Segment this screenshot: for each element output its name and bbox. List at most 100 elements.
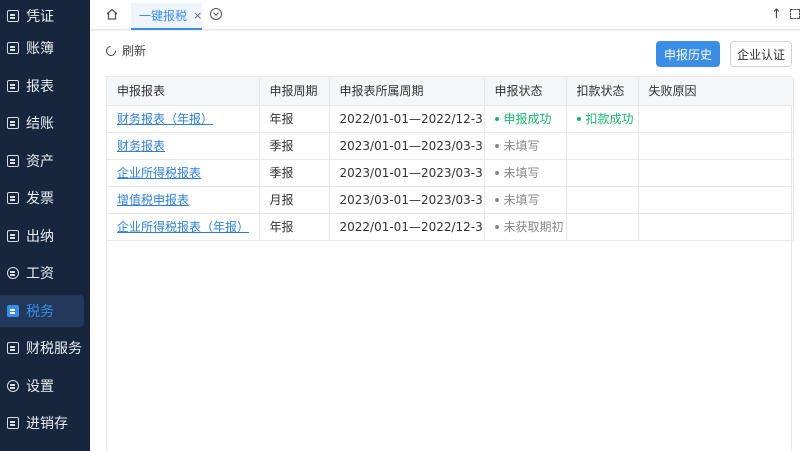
sidebar-item-6[interactable]: 出纳 (0, 220, 84, 252)
sidebar-item-2[interactable]: 报表 (0, 70, 84, 102)
sidebar-item-label: 结账 (26, 116, 54, 132)
enterprise-certify-button[interactable]: 企业认证 (730, 41, 792, 67)
table-row: 增值税申报表 月报 2023/03-01—2023/03-31 未填写 (107, 186, 794, 214)
period-cell: 2023/03-01—2023/03-31 (329, 186, 485, 214)
sidebar-item-label: 发票 (26, 191, 54, 207)
arrow-up-icon[interactable]: ↑ (771, 7, 782, 22)
table-row: 财务报表（年报） 年报 2022/01-01—2022/12-31 申报成功 扣款成功 (107, 105, 794, 133)
sidebar-item-label: 出纳 (26, 229, 54, 245)
reason-cell (638, 105, 794, 133)
status-dot-icon (494, 224, 499, 229)
table-row: 企业所得税报表 季报 2023/01-01—2023/03-31 未填写 (107, 159, 794, 187)
report-cell: 企业所得税报表 (107, 159, 260, 187)
tab-label: 一键报税 (139, 9, 188, 23)
sidebar-item-4[interactable]: 资产 (0, 145, 84, 177)
sidebar-item-0[interactable]: 凭证 (0, 0, 84, 32)
report-cell: 财务报表 (107, 132, 260, 160)
sidebar-item-label: 进销存 (26, 416, 68, 432)
status-badge: 未填写 (494, 191, 540, 208)
refresh-button[interactable]: 刷新 (103, 42, 147, 59)
status-cell: 未获取期初 (484, 213, 567, 241)
column-header: 申报报表 (107, 77, 260, 106)
report-link[interactable]: 企业所得税报表（年报） (117, 220, 249, 234)
status-dot-icon (494, 116, 499, 121)
deduct-cell (566, 213, 639, 241)
reason-cell (638, 159, 794, 187)
sidebar-item-label: 凭证 (26, 9, 54, 25)
cashier-icon (7, 230, 19, 242)
home-icon[interactable] (106, 8, 118, 20)
main-content: 刷新 申报历史 企业认证 申报报表 申报周期 申报表所属周期 申报状态 扣款状态 失败原因… (90, 31, 800, 451)
voucher-icon (7, 10, 19, 22)
status-text: 未填写 (503, 139, 540, 154)
inventory-icon (7, 417, 19, 429)
reason-cell (638, 132, 794, 160)
report-link[interactable]: 增值税申报表 (117, 193, 189, 207)
settings-icon (7, 380, 19, 392)
sidebar-item-label: 财税服务 (26, 341, 82, 357)
sidebar-item-8[interactable]: 税务 (0, 295, 84, 327)
sidebar-item-3[interactable]: 结账 (0, 107, 84, 139)
status-badge: 未获取期初 (494, 218, 564, 235)
report-cell: 企业所得税报表（年报） (107, 213, 260, 241)
sidebar-item-7[interactable]: 工资 (0, 257, 84, 289)
sidebar-item-label: 工资 (26, 266, 54, 282)
status-dot-icon (494, 143, 499, 148)
status-text: 未填写 (503, 193, 540, 208)
deduct-cell (566, 186, 639, 214)
sidebar-item-label: 资产 (26, 154, 54, 170)
deduct-cell (566, 159, 639, 187)
sidebar-item-label: 报表 (26, 79, 54, 95)
sidebar-item-5[interactable]: 发票 (0, 182, 84, 214)
sidebar-item-label: 账簿 (26, 41, 54, 57)
deduct-cell: 扣款成功 (566, 105, 639, 133)
sidebar-item-1[interactable]: 账簿 (0, 32, 84, 64)
period-cell: 2023/01-01—2023/03-31 (329, 159, 485, 187)
report-cell: 增值税申报表 (107, 186, 260, 214)
tab-one-click-tax[interactable]: 一键报税 × (131, 3, 202, 30)
refresh-icon (103, 43, 119, 58)
sidebar: 凭证账簿报表结账资产发票出纳工资税务财税服务设置进销存 (0, 0, 90, 451)
sidebar-item-9[interactable]: 财税服务 (0, 332, 84, 364)
cycle-cell: 季报 (259, 132, 330, 160)
period-cell: 2023/01-01—2023/03-31 (329, 132, 485, 160)
chevron-down-icon[interactable] (210, 8, 222, 20)
column-header: 申报周期 (259, 77, 330, 106)
report-link[interactable]: 财务报表 (117, 139, 165, 153)
sidebar-item-10[interactable]: 设置 (0, 370, 84, 402)
tab-bar: 一键报税 × ↑ (90, 0, 800, 30)
table-header-row: 申报报表 申报周期 申报表所属周期 申报状态 扣款状态 失败原因 (107, 77, 794, 106)
declaration-history-button[interactable]: 申报历史 (656, 41, 720, 67)
status-badge: 未填写 (494, 137, 540, 154)
report-cell: 财务报表（年报） (107, 105, 260, 133)
refresh-label: 刷新 (122, 44, 147, 58)
period-cell: 2022/01-01—2022/12-31 (329, 105, 485, 133)
sidebar-item-label: 设置 (26, 379, 54, 395)
reason-cell (638, 213, 794, 241)
status-text: 未获取期初 (503, 220, 564, 235)
ledger-icon (7, 42, 19, 54)
status-dot-icon (494, 170, 499, 175)
reason-cell (638, 186, 794, 214)
status-cell: 未填写 (484, 132, 567, 160)
report-link[interactable]: 企业所得税报表 (117, 166, 201, 180)
status-badge: 未填写 (494, 164, 540, 181)
cycle-cell: 季报 (259, 159, 330, 187)
checkout-icon (7, 117, 19, 129)
close-icon[interactable]: × (193, 9, 202, 22)
deduct-text: 扣款成功 (585, 112, 634, 127)
report-link[interactable]: 财务报表（年报） (117, 112, 213, 126)
table-row: 企业所得税报表（年报） 年报 2022/01-01—2022/12-31 未获取期初 (107, 213, 794, 241)
cycle-cell: 年报 (259, 105, 330, 133)
column-header: 失败原因 (638, 77, 794, 106)
status-text: 未填写 (503, 166, 540, 181)
sidebar-item-label: 税务 (26, 304, 54, 320)
fullscreen-icon[interactable] (790, 9, 800, 19)
cycle-cell: 月报 (259, 186, 330, 214)
cycle-cell: 年报 (259, 213, 330, 241)
column-header: 扣款状态 (566, 77, 639, 106)
deduct-badge: 扣款成功 (576, 110, 634, 127)
declaration-table: 申报报表 申报周期 申报表所属周期 申报状态 扣款状态 失败原因 财务报表（年报） 年报 20… (106, 76, 794, 451)
sidebar-item-11[interactable]: 进销存 (0, 407, 84, 439)
report-icon (7, 80, 19, 92)
